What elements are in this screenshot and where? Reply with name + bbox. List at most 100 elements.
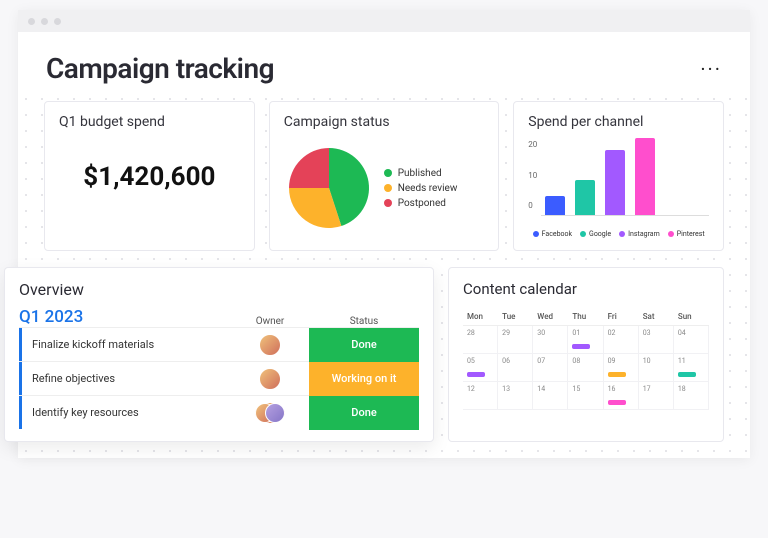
calendar-cell[interactable]: 11 bbox=[674, 354, 709, 382]
calendar-grid: MonTueWedThuFriSatSun2829300102030405060… bbox=[463, 308, 709, 410]
status-legend: Published Needs review Postponed bbox=[384, 164, 458, 213]
status-pill[interactable]: Done bbox=[309, 328, 419, 362]
calendar-cell[interactable]: 06 bbox=[498, 354, 533, 382]
legend-item: Pinterest bbox=[668, 230, 705, 238]
calendar-date: 15 bbox=[572, 385, 580, 393]
legend-swatch-icon bbox=[580, 231, 586, 237]
calendar-cell[interactable]: 04 bbox=[674, 326, 709, 354]
calendar-date: 12 bbox=[467, 385, 475, 393]
calendar-cell[interactable]: 13 bbox=[498, 382, 533, 410]
task-accent-icon bbox=[19, 362, 22, 395]
task-row[interactable]: Finalize kickoff materials Done bbox=[19, 327, 419, 361]
calendar-cell[interactable]: 08 bbox=[568, 354, 603, 382]
avatar[interactable] bbox=[259, 368, 281, 390]
legend-item: Facebook bbox=[533, 230, 572, 238]
calendar-date: 11 bbox=[678, 357, 686, 365]
legend-swatch-icon bbox=[384, 199, 392, 207]
calendar-date: 18 bbox=[678, 385, 686, 393]
calendar-cell[interactable]: 30 bbox=[533, 326, 568, 354]
calendar-date: 28 bbox=[467, 329, 475, 337]
ytick: 0 bbox=[528, 201, 537, 210]
calendar-event[interactable] bbox=[678, 372, 696, 377]
calendar-date: 13 bbox=[502, 385, 510, 393]
more-button[interactable]: ··· bbox=[700, 57, 722, 81]
task-row[interactable]: Refine objectives Working on it bbox=[19, 361, 419, 395]
overview-card[interactable]: Overview Q1 2023 Owner Status Finalize k… bbox=[4, 267, 434, 442]
legend-label: Postponed bbox=[398, 198, 446, 209]
header: Campaign tracking ··· bbox=[18, 32, 750, 91]
calendar-day-header: Mon bbox=[463, 308, 498, 326]
legend-label: Published bbox=[398, 168, 442, 179]
task-row[interactable]: Identify key resources Done bbox=[19, 395, 419, 429]
task-name: Refine objectives bbox=[32, 372, 231, 385]
pie-slice bbox=[289, 148, 329, 188]
calendar-date: 04 bbox=[678, 329, 686, 337]
calendar-cell[interactable]: 17 bbox=[639, 382, 674, 410]
task-accent-icon bbox=[19, 328, 22, 361]
budget-card-title: Q1 budget spend bbox=[59, 114, 240, 130]
calendar-card[interactable]: Content calendar MonTueWedThuFriSatSun28… bbox=[448, 267, 724, 442]
task-name: Finalize kickoff materials bbox=[32, 338, 231, 351]
calendar-cell[interactable]: 09 bbox=[604, 354, 639, 382]
calendar-cell[interactable]: 05 bbox=[463, 354, 498, 382]
overview-period[interactable]: Q1 2023 bbox=[19, 307, 83, 327]
calendar-cell[interactable]: 02 bbox=[604, 326, 639, 354]
calendar-cell[interactable]: 15 bbox=[568, 382, 603, 410]
calendar-date: 14 bbox=[537, 385, 545, 393]
calendar-cell[interactable]: 10 bbox=[639, 354, 674, 382]
legend-label: Facebook bbox=[542, 230, 572, 238]
calendar-date: 30 bbox=[537, 329, 545, 337]
legend-label: Needs review bbox=[398, 183, 458, 194]
bar bbox=[545, 196, 565, 215]
calendar-cell[interactable]: 12 bbox=[463, 382, 498, 410]
calendar-date: 07 bbox=[537, 357, 545, 365]
calendar-event[interactable] bbox=[608, 372, 626, 377]
dashboard-canvas: Q1 budget spend $1,420,600 Campaign stat… bbox=[18, 91, 750, 458]
legend-swatch-icon bbox=[384, 169, 392, 177]
calendar-cell[interactable]: 14 bbox=[533, 382, 568, 410]
calendar-cell[interactable]: 01 bbox=[568, 326, 603, 354]
traffic-light-icon bbox=[41, 18, 48, 25]
status-card[interactable]: Campaign status PublishedNeeds reviewPos… bbox=[269, 101, 500, 251]
calendar-title: Content calendar bbox=[463, 280, 709, 298]
legend-item: Google bbox=[580, 230, 611, 238]
budget-value: $1,420,600 bbox=[59, 162, 240, 192]
calendar-cell[interactable]: 03 bbox=[639, 326, 674, 354]
calendar-cell[interactable]: 29 bbox=[498, 326, 533, 354]
calendar-cell[interactable]: 07 bbox=[533, 354, 568, 382]
ytick: 20 bbox=[528, 140, 537, 149]
calendar-day-header: Sat bbox=[639, 308, 674, 326]
overview-title: Overview bbox=[19, 280, 419, 299]
legend-label: Instagram bbox=[628, 230, 660, 238]
calendar-date: 16 bbox=[608, 385, 616, 393]
calendar-event[interactable] bbox=[608, 400, 626, 405]
calendar-date: 29 bbox=[502, 329, 510, 337]
legend-swatch-icon bbox=[619, 231, 625, 237]
task-name: Identify key resources bbox=[32, 406, 231, 419]
bar bbox=[635, 138, 655, 215]
legend-label: Pinterest bbox=[677, 230, 705, 238]
status-pill[interactable]: Done bbox=[309, 396, 419, 430]
calendar-event[interactable] bbox=[572, 344, 590, 349]
traffic-light-icon bbox=[54, 18, 61, 25]
task-owner bbox=[231, 368, 309, 390]
calendar-date: 01 bbox=[572, 329, 580, 337]
calendar-cell[interactable]: 18 bbox=[674, 382, 709, 410]
spend-card[interactable]: Spend per channel 20100 FacebookGoogleIn… bbox=[513, 101, 724, 251]
legend-swatch-icon bbox=[533, 231, 539, 237]
page-title: Campaign tracking bbox=[46, 52, 274, 85]
task-owner bbox=[231, 334, 309, 356]
avatar-group[interactable] bbox=[254, 402, 286, 424]
legend-swatch-icon bbox=[668, 231, 674, 237]
calendar-date: 17 bbox=[643, 385, 651, 393]
calendar-cell[interactable]: 28 bbox=[463, 326, 498, 354]
budget-card[interactable]: Q1 budget spend $1,420,600 bbox=[44, 101, 255, 251]
calendar-cell[interactable]: 16 bbox=[604, 382, 639, 410]
legend-swatch-icon bbox=[384, 184, 392, 192]
avatar[interactable] bbox=[259, 334, 281, 356]
calendar-day-header: Thu bbox=[568, 308, 603, 326]
calendar-event[interactable] bbox=[467, 372, 485, 377]
calendar-date: 05 bbox=[467, 357, 475, 365]
calendar-date: 08 bbox=[572, 357, 580, 365]
status-pill[interactable]: Working on it bbox=[309, 362, 419, 396]
